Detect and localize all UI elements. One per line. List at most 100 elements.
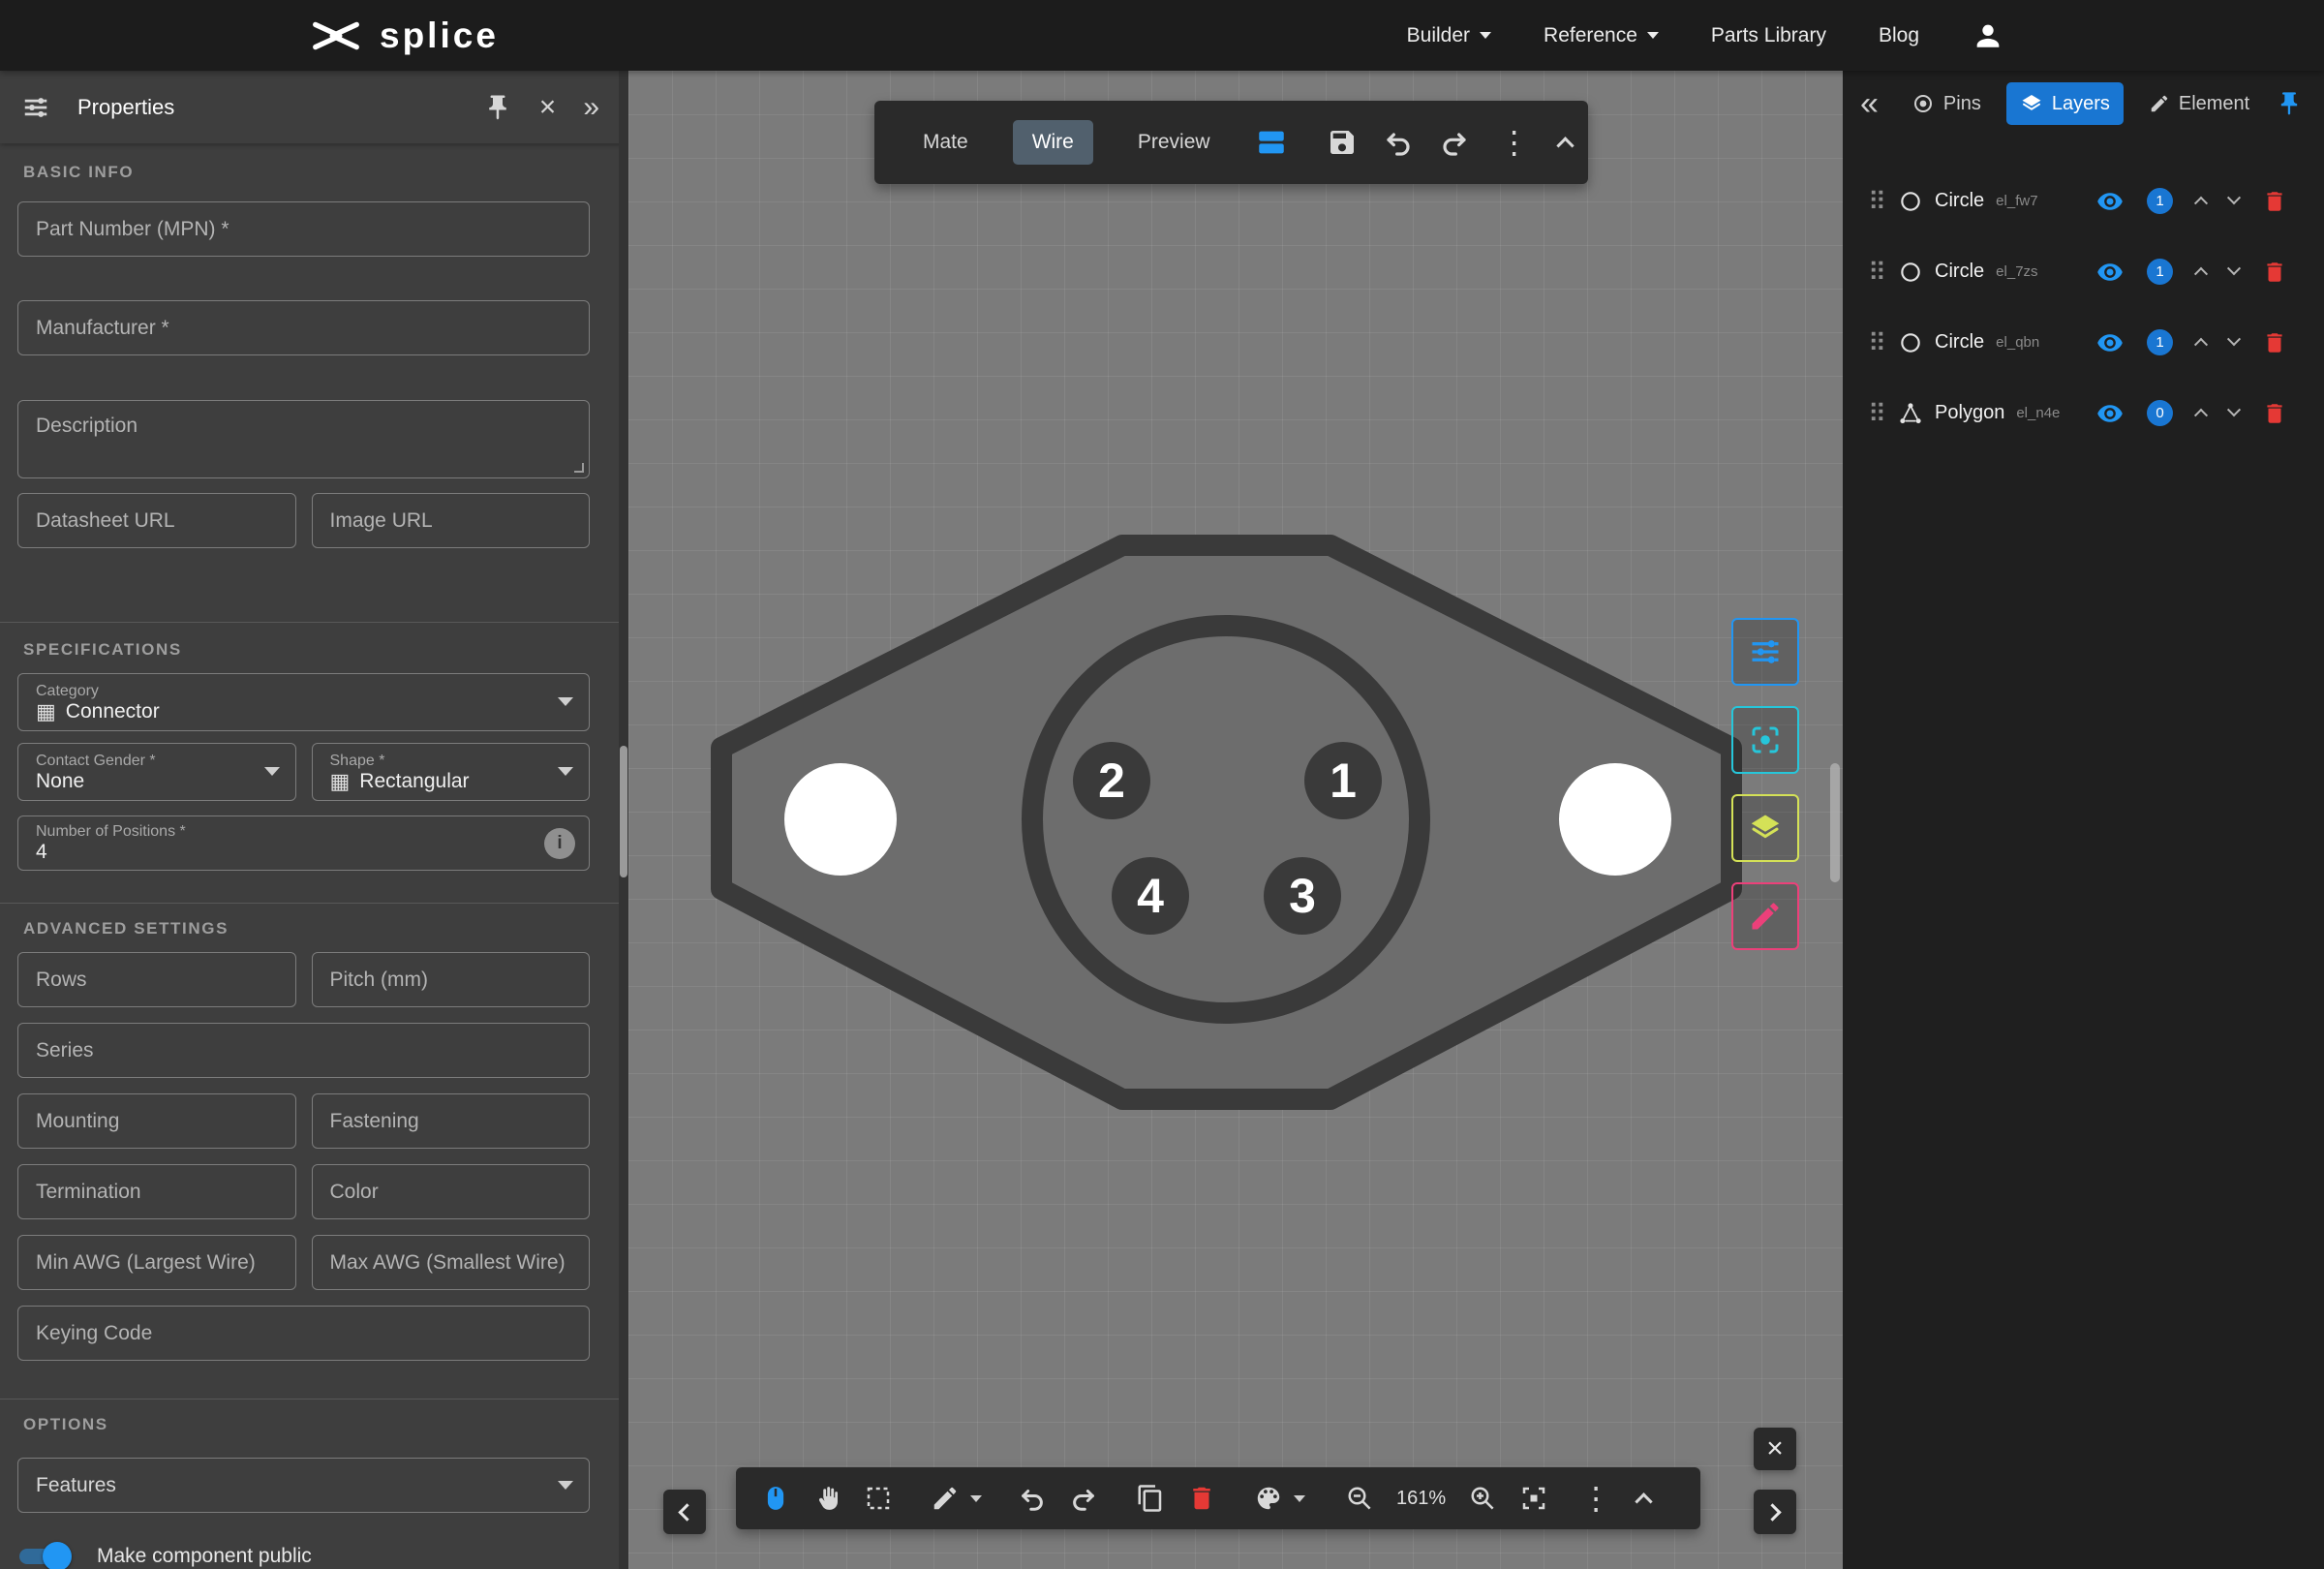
move-layer-up-button[interactable] — [2196, 193, 2206, 210]
duplicate-button[interactable] — [1136, 1484, 1165, 1513]
canvas-close-button[interactable]: × — [1754, 1428, 1796, 1470]
preview-tab[interactable]: Preview — [1118, 120, 1230, 165]
move-layer-down-button[interactable] — [2229, 405, 2239, 422]
part-number-input[interactable] — [36, 218, 571, 241]
delete-layer-button[interactable] — [2262, 401, 2287, 426]
pin-count-badge[interactable]: 1 — [2147, 329, 2173, 355]
termination-field[interactable] — [17, 1164, 296, 1219]
move-layer-up-button[interactable] — [2196, 263, 2206, 281]
wire-tab[interactable]: Wire — [1013, 120, 1093, 165]
drag-handle-icon[interactable]: ⠿ — [1868, 330, 1886, 355]
pin-2[interactable]: 2 — [1073, 742, 1150, 819]
min-awg-input[interactable] — [36, 1251, 278, 1275]
draw-tool-caret[interactable] — [970, 1495, 982, 1502]
move-layer-down-button[interactable] — [2229, 263, 2239, 281]
undo-button[interactable] — [1018, 1484, 1047, 1513]
visibility-eye-icon[interactable] — [2096, 329, 2124, 356]
fit-view-button[interactable] — [1519, 1484, 1548, 1513]
marquee-select-tool[interactable] — [864, 1484, 893, 1513]
max-awg-input[interactable] — [330, 1251, 572, 1275]
connector-barrel-circle[interactable] — [1032, 626, 1420, 1013]
panel-expand-right-button[interactable] — [1754, 1490, 1796, 1534]
mounting-input[interactable] — [36, 1110, 278, 1133]
properties-scrollbar-thumb[interactable] — [620, 746, 627, 877]
splice-logo[interactable]: splice — [308, 15, 499, 56]
drag-handle-icon[interactable]: ⠿ — [1868, 189, 1886, 214]
pin-count-badge[interactable]: 1 — [2147, 259, 2173, 285]
canvas-scrollbar-thumb[interactable] — [1830, 763, 1840, 882]
drag-handle-icon[interactable]: ⠿ — [1868, 401, 1886, 426]
mounting-hole-right[interactable] — [1559, 763, 1671, 876]
shape-select[interactable]: Shape * ▦ Rectangular — [312, 743, 591, 801]
visibility-eye-icon[interactable] — [2096, 259, 2124, 286]
datasheet-url-field[interactable] — [17, 493, 296, 548]
collapse-toolbar-button[interactable] — [1559, 137, 1572, 149]
layer-row[interactable]: ⠿ Polygon el_n4e 0 — [1843, 378, 2324, 448]
contact-gender-select[interactable]: Contact Gender * None — [17, 743, 296, 801]
pitch-input[interactable] — [330, 969, 572, 992]
visibility-eye-icon[interactable] — [2096, 400, 2124, 427]
color-input[interactable] — [330, 1181, 572, 1204]
pitch-field[interactable] — [312, 952, 591, 1007]
bottom-toolbar-overflow-menu[interactable]: ⋮ — [1576, 1483, 1615, 1514]
move-layer-down-button[interactable] — [2229, 334, 2239, 352]
mounting-field[interactable] — [17, 1093, 296, 1149]
keying-code-field[interactable] — [17, 1306, 590, 1361]
center-focus-tool-button[interactable] — [1731, 706, 1799, 774]
delete-layer-button[interactable] — [2262, 260, 2287, 285]
pin-panel-button[interactable] — [483, 93, 512, 122]
max-awg-field[interactable] — [312, 1235, 591, 1290]
edit-tool-button[interactable] — [1731, 882, 1799, 950]
nav-blog[interactable]: Blog — [1879, 24, 1919, 47]
nav-parts-library[interactable]: Parts Library — [1711, 24, 1826, 47]
pin-count-badge[interactable]: 1 — [2147, 188, 2173, 214]
pin-4[interactable]: 4 — [1112, 857, 1189, 935]
features-select[interactable]: Features — [17, 1458, 590, 1513]
collapse-panel-button[interactable]: » — [583, 93, 599, 122]
keying-code-input[interactable] — [36, 1322, 571, 1345]
user-account-button[interactable] — [1972, 19, 2004, 52]
part-number-field[interactable] — [17, 201, 590, 257]
pin-panel-button[interactable] — [2276, 90, 2303, 117]
nav-reference[interactable]: Reference — [1544, 24, 1659, 47]
properties-tool-button[interactable] — [1731, 618, 1799, 686]
tab-element[interactable]: Element — [2135, 83, 2263, 125]
fastening-field[interactable] — [312, 1093, 591, 1149]
redo-button[interactable] — [1439, 127, 1470, 158]
rows-field[interactable] — [17, 952, 296, 1007]
panel-collapse-left-button[interactable] — [663, 1490, 706, 1534]
redo-button[interactable] — [1069, 1484, 1098, 1513]
zoom-out-button[interactable] — [1345, 1484, 1374, 1513]
min-awg-field[interactable] — [17, 1235, 296, 1290]
manufacturer-field[interactable] — [17, 300, 590, 355]
info-icon[interactable]: i — [544, 828, 575, 859]
editor-canvas[interactable]: 2 1 4 3 Mate Wire Preview ⋮ — [628, 71, 1843, 1569]
drag-handle-icon[interactable]: ⠿ — [1868, 260, 1886, 285]
palette-caret[interactable] — [1294, 1495, 1305, 1502]
undo-button[interactable] — [1383, 127, 1414, 158]
save-button[interactable] — [1327, 127, 1358, 158]
hand-pan-tool[interactable] — [812, 1484, 841, 1513]
termination-input[interactable] — [36, 1181, 278, 1204]
category-select[interactable]: Category ▦ Connector — [17, 673, 590, 731]
close-panel-button[interactable]: × — [539, 93, 557, 122]
delete-button[interactable] — [1187, 1484, 1216, 1513]
mounting-hole-left[interactable] — [784, 763, 897, 876]
layers-tool-button[interactable] — [1731, 794, 1799, 862]
layer-row[interactable]: ⠿ Circle el_qbn 1 — [1843, 307, 2324, 378]
collapse-right-panel-button[interactable]: « — [1860, 87, 1879, 120]
description-input[interactable] — [18, 401, 589, 477]
make-public-toggle[interactable] — [17, 1542, 72, 1569]
manufacturer-input[interactable] — [36, 317, 571, 340]
pin-3[interactable]: 3 — [1264, 857, 1341, 935]
series-field[interactable] — [17, 1023, 590, 1078]
zoom-in-button[interactable] — [1468, 1484, 1497, 1513]
draw-tool-button[interactable] — [931, 1484, 960, 1513]
fastening-input[interactable] — [330, 1110, 572, 1133]
tab-pins[interactable]: Pins — [1898, 82, 1995, 125]
properties-scrollbar-track[interactable] — [619, 71, 628, 1569]
move-layer-down-button[interactable] — [2229, 193, 2239, 210]
tab-layers[interactable]: Layers — [2006, 82, 2124, 125]
description-field[interactable] — [17, 400, 590, 478]
mate-tab[interactable]: Mate — [903, 120, 988, 165]
